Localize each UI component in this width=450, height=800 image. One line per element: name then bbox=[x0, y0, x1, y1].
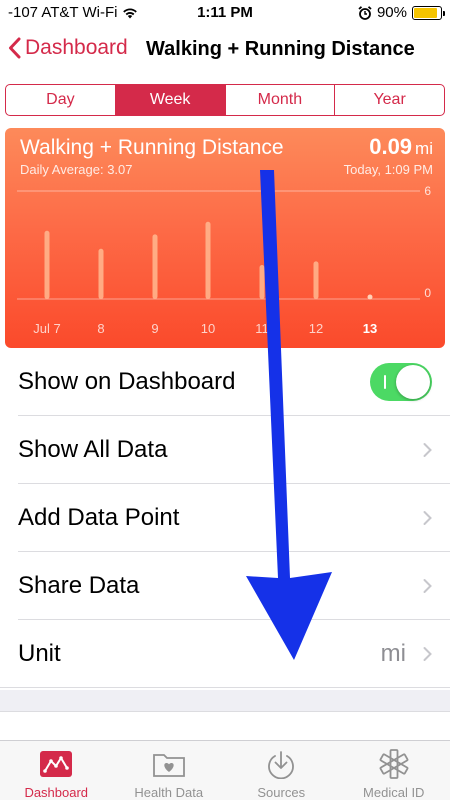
status-bar: -107 AT&T Wi-Fi 1:11 PM 90% bbox=[0, 0, 450, 26]
chevron-left-icon bbox=[9, 37, 21, 59]
chart-y-tick-label: 6 bbox=[424, 184, 431, 198]
distance-chart: 6 0 Jul 7 8 9 10 11 12 13 bbox=[17, 184, 431, 336]
chevron-right-icon bbox=[423, 647, 432, 661]
medical-id-asterisk-icon bbox=[378, 749, 410, 779]
segment-day[interactable]: Day bbox=[6, 85, 116, 115]
chart-x-tick-label: 8 bbox=[97, 321, 104, 336]
chart-bar bbox=[98, 248, 104, 299]
chart-x-tick-label: Jul 7 bbox=[33, 321, 60, 336]
chart-daily-average: Daily Average: 3.07 bbox=[20, 162, 133, 177]
sources-download-icon bbox=[264, 749, 298, 779]
chart-value-number: 0.09 bbox=[369, 134, 413, 159]
chart-x-tick-label: 9 bbox=[151, 321, 158, 336]
distance-chart-card[interactable]: 6 0 Jul 7 8 9 10 11 12 13 Walking + Running Dist… bbox=[5, 128, 445, 348]
back-button[interactable]: Dashboard bbox=[8, 36, 128, 60]
settings-list: Show on Dashboard Show All Data Add Data… bbox=[0, 348, 450, 688]
add-data-point-row[interactable]: Add Data Point bbox=[0, 484, 450, 552]
tab-dashboard[interactable]: Dashboard bbox=[0, 741, 113, 800]
nav-bar: Dashboard Walking + Running Distance bbox=[0, 26, 450, 74]
chart-x-tick-label: 11 bbox=[255, 321, 269, 336]
chart-bar bbox=[367, 294, 373, 300]
battery-icon bbox=[412, 5, 445, 20]
segment-year[interactable]: Year bbox=[335, 85, 444, 115]
chart-current-value: 0.09 mi bbox=[369, 134, 433, 160]
show-all-data-row[interactable]: Show All Data bbox=[0, 416, 450, 484]
chart-bar bbox=[152, 234, 158, 299]
dashboard-chart-icon bbox=[39, 749, 73, 779]
chart-bar bbox=[44, 230, 50, 299]
toggle-on-mark bbox=[384, 375, 386, 389]
tab-medical-id-label: Medical ID bbox=[363, 785, 425, 800]
chart-title: Walking + Running Distance bbox=[20, 136, 284, 159]
unit-label: Unit bbox=[18, 640, 61, 667]
alarm-clock-icon bbox=[358, 5, 372, 20]
back-label: Dashboard bbox=[25, 36, 128, 59]
chart-value-unit: mi bbox=[415, 139, 433, 158]
health-data-folder-icon bbox=[152, 749, 186, 779]
chart-timestamp: Today, 1:09 PM bbox=[343, 162, 433, 177]
chevron-right-icon bbox=[423, 443, 432, 457]
tab-health-data-label: Health Data bbox=[134, 785, 204, 800]
segment-month[interactable]: Month bbox=[226, 85, 336, 115]
unit-row[interactable]: Unit mi bbox=[0, 620, 450, 688]
page-title: Walking + Running Distance bbox=[146, 38, 415, 60]
share-data-row[interactable]: Share Data bbox=[0, 552, 450, 620]
chart-bar bbox=[205, 221, 211, 299]
chart-y-tick-label: 0 bbox=[424, 286, 431, 300]
range-segmented-control: Day Week Month Year bbox=[5, 84, 445, 116]
unit-value: mi bbox=[380, 640, 406, 667]
chart-bar bbox=[259, 265, 265, 299]
section-separator bbox=[0, 690, 450, 712]
status-right: 90% bbox=[358, 4, 445, 21]
chart-x-tick-label: 12 bbox=[309, 321, 323, 336]
tab-sources[interactable]: Sources bbox=[225, 741, 338, 800]
tab-dashboard-label: Dashboard bbox=[24, 785, 89, 800]
show-on-dashboard-row: Show on Dashboard bbox=[0, 348, 450, 416]
show-all-data-label: Show All Data bbox=[18, 436, 168, 463]
show-on-dashboard-toggle[interactable] bbox=[370, 363, 432, 401]
chart-bar bbox=[313, 261, 319, 299]
share-data-label: Share Data bbox=[18, 572, 140, 599]
tab-bar: Dashboard Health Data Sources Medical ID bbox=[0, 740, 450, 800]
toggle-knob bbox=[396, 365, 430, 399]
tab-health-data[interactable]: Health Data bbox=[113, 741, 226, 800]
chevron-right-icon bbox=[423, 511, 432, 525]
add-data-point-label: Add Data Point bbox=[18, 504, 180, 531]
tab-medical-id[interactable]: Medical ID bbox=[338, 741, 450, 800]
battery-percent: 90% bbox=[376, 4, 407, 21]
chevron-right-icon bbox=[423, 579, 432, 593]
chart-x-tick-label: 10 bbox=[201, 321, 215, 336]
segment-week[interactable]: Week bbox=[115, 85, 226, 115]
tab-sources-label: Sources bbox=[257, 785, 306, 800]
show-on-dashboard-label: Show on Dashboard bbox=[18, 368, 236, 395]
chart-x-tick-label: 13 bbox=[363, 321, 377, 336]
battery-fill bbox=[414, 7, 438, 18]
